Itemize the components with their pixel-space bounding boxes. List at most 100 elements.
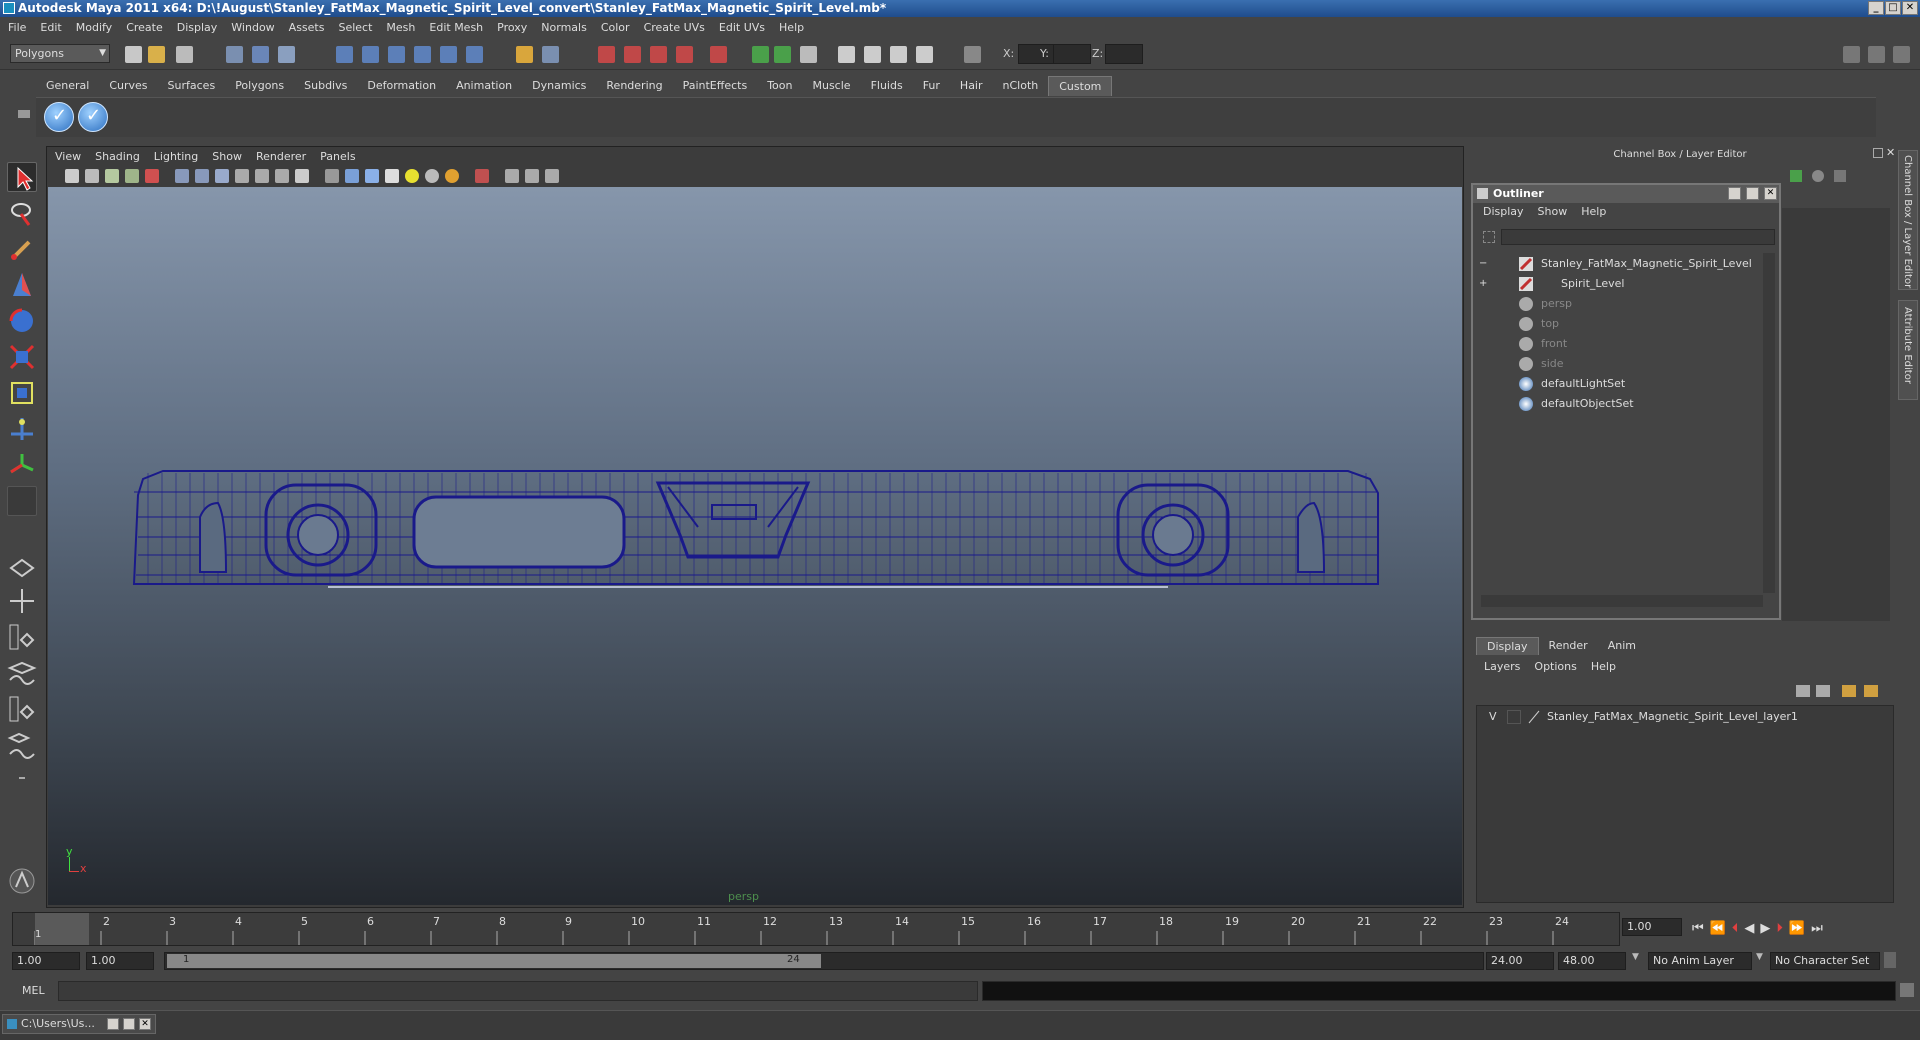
layer-type-toggle[interactable] [1507, 710, 1521, 724]
ipr-render-icon[interactable] [624, 46, 641, 63]
last-tool-icon[interactable] [7, 486, 37, 516]
shelf-checkmark-button-2[interactable] [78, 102, 108, 132]
select-tool-icon[interactable] [7, 162, 37, 192]
shelf-tab-hair[interactable]: Hair [950, 76, 993, 96]
hypergraph-icon[interactable] [864, 46, 881, 63]
wireframe-icon[interactable] [325, 169, 339, 183]
outliner-item[interactable]: defaultLightSet [1479, 375, 1759, 393]
bookmarks-icon[interactable] [105, 169, 119, 183]
animation-start-field[interactable]: 1.00 [12, 952, 80, 970]
shelf-tab-fluids[interactable]: Fluids [861, 76, 913, 96]
single-perspective-layout-icon[interactable] [7, 550, 37, 580]
isolate-select-icon[interactable] [505, 169, 519, 183]
x-field[interactable] [1018, 44, 1056, 64]
shelf-tab-custom[interactable]: Custom [1048, 76, 1113, 96]
step-forward-key-icon[interactable]: ⏵ [1776, 921, 1783, 936]
close-button[interactable]: ✕ [1902, 1, 1918, 15]
outliner-menu-display[interactable]: Display [1483, 205, 1524, 218]
z-field[interactable] [1105, 44, 1143, 64]
shelf-tab-surfaces[interactable]: Surfaces [158, 76, 226, 96]
attribute-toggle-icon[interactable] [916, 46, 933, 63]
layer-tab-display[interactable]: Display [1476, 637, 1539, 655]
outliner-maximize-button[interactable] [1746, 187, 1759, 200]
shelf-tab-curves[interactable]: Curves [99, 76, 157, 96]
hypershade-icon[interactable] [676, 46, 693, 63]
menu-edit-mesh[interactable]: Edit Mesh [429, 21, 483, 34]
smooth-shade-icon[interactable] [345, 169, 359, 183]
menu-window[interactable]: Window [231, 21, 274, 34]
soft-modification-tool-icon[interactable] [7, 414, 37, 444]
character-set-dropdown[interactable]: No Character Set [1770, 952, 1880, 970]
persp-graph-hypergraph-layout-icon[interactable] [7, 730, 37, 760]
shelf-tab-painteffects[interactable]: PaintEffects [673, 76, 758, 96]
play-forwards-icon[interactable]: ▶ [1760, 921, 1770, 936]
absolute-transform-icon[interactable] [964, 46, 981, 63]
safe-action-icon[interactable] [275, 169, 289, 183]
channel-speed-icon[interactable] [1812, 170, 1824, 182]
new-scene-icon[interactable] [125, 46, 142, 63]
step-back-frame-icon[interactable]: ⏪ [1710, 921, 1726, 936]
resolution-gate-icon[interactable] [215, 169, 229, 183]
layer-tab-anim[interactable]: Anim [1598, 637, 1646, 655]
show-manipulator-tool-icon[interactable] [7, 450, 37, 480]
mel-input[interactable] [58, 981, 978, 1001]
shelf-tab-muscle[interactable]: Muscle [802, 76, 860, 96]
shelf-tab-polygons[interactable]: Polygons [225, 76, 294, 96]
layer-toggle-icon[interactable] [890, 46, 907, 63]
toggle-channel-box-icon[interactable] [1843, 46, 1860, 63]
collapse-icon[interactable]: − [1479, 255, 1487, 273]
shelf-tab-ncloth[interactable]: nCloth [993, 76, 1049, 96]
menu-select[interactable]: Select [338, 21, 372, 34]
outliner-item[interactable]: side [1479, 355, 1759, 373]
render-view-icon[interactable] [710, 46, 727, 63]
shelf-checkmark-button-1[interactable] [44, 102, 74, 132]
panel-float-icon[interactable] [1873, 148, 1883, 158]
snap-grid-icon[interactable] [336, 46, 353, 63]
auto-key-toggle-icon[interactable] [1884, 952, 1896, 968]
menu-set-dropdown[interactable]: Polygons ▼ [10, 44, 110, 63]
paint-select-tool-icon[interactable] [7, 234, 37, 264]
layer-visibility-toggle[interactable]: V [1489, 710, 1497, 723]
outliner-close-button[interactable]: ✕ [1764, 187, 1777, 200]
construction-history-icon[interactable] [542, 46, 559, 63]
persp-graph-layout-icon[interactable] [7, 658, 37, 688]
snap-point-icon[interactable] [388, 46, 405, 63]
history-icon[interactable] [466, 46, 483, 63]
snap-curve-icon[interactable] [362, 46, 379, 63]
shelf-menu-handle[interactable] [18, 76, 32, 136]
menu-modify[interactable]: Modify [76, 21, 112, 34]
shelf-tab-subdivs[interactable]: Subdivs [294, 76, 357, 96]
layer-menu-options[interactable]: Options [1534, 660, 1576, 673]
step-forward-frame-icon[interactable]: ⏩ [1789, 921, 1805, 936]
panel-menu-show[interactable]: Show [212, 150, 242, 163]
open-scene-icon[interactable] [148, 46, 165, 63]
shelf-tab-deformation[interactable]: Deformation [357, 76, 446, 96]
y-field[interactable] [1053, 44, 1091, 64]
hypershade-persp-layout-icon[interactable] [7, 694, 37, 724]
select-component-icon[interactable] [278, 46, 295, 63]
outliner-item[interactable]: persp [1479, 295, 1759, 313]
graph-editor-icon[interactable] [752, 46, 769, 63]
close-button[interactable]: ✕ [139, 1018, 151, 1030]
manipulator-tool-icon[interactable] [7, 378, 37, 408]
anim-layer-dropdown[interactable]: No Anim Layer [1648, 952, 1752, 970]
outliner-toggle-icon[interactable] [838, 46, 855, 63]
menu-create-uvs[interactable]: Create UVs [644, 21, 705, 34]
script-editor-icon[interactable] [800, 46, 817, 63]
input-output-icon[interactable] [516, 46, 533, 63]
outliner-menu-help[interactable]: Help [1581, 205, 1606, 218]
range-slider-handle[interactable] [167, 954, 821, 968]
shelf-tab-general[interactable]: General [36, 76, 99, 96]
gate-mask-icon[interactable] [235, 169, 249, 183]
select-object-icon[interactable] [252, 46, 269, 63]
channel-keyed-icon[interactable] [1790, 170, 1802, 182]
time-slider[interactable]: 123456789101112131415161718192021222324 … [12, 912, 1620, 946]
move-layer-up-icon[interactable] [1796, 685, 1810, 697]
image-plane-icon[interactable] [125, 169, 139, 183]
outliner-filter-icon[interactable] [1483, 231, 1495, 243]
film-gate-icon[interactable] [195, 169, 209, 183]
menu-create[interactable]: Create [126, 21, 163, 34]
shelf-options-icon[interactable] [18, 110, 30, 118]
move-tool-icon[interactable] [7, 270, 37, 300]
menu-normals[interactable]: Normals [541, 21, 587, 34]
